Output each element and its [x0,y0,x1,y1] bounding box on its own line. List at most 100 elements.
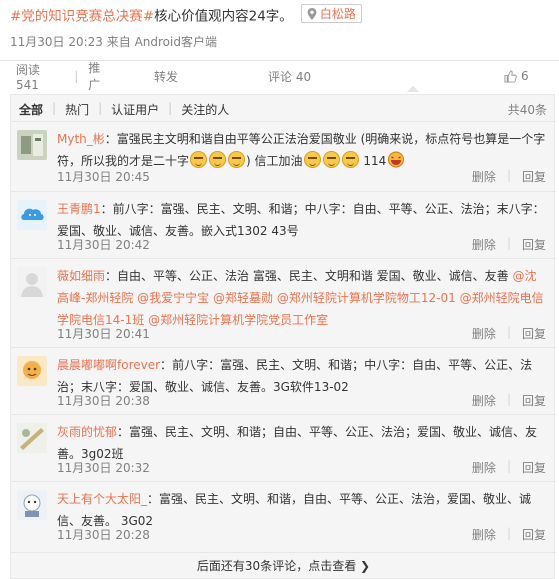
delete-link[interactable]: 删除 [472,236,496,253]
divider: | [506,168,511,182]
post-text: #党的知识竞赛总决赛#核心价值观内容24字。 白松路 [10,4,555,27]
divider: | [506,459,511,473]
avatar[interactable] [17,130,47,160]
comment-item: 王青鹏1：前八字：富强、民主、文明、和谐；中八字：自由、平等、公正、法治；末八字… [11,191,556,258]
colon: ： [147,492,160,506]
repost-label: 转发 [153,69,178,84]
comment-panel: 全部 | 热门 | 认证用户 | 关注的人 共40条 Myth_彬：富强民主文明和谐自… [10,94,556,579]
location-pin-icon [307,7,317,20]
action-bar: 阅读 541 | 推广 转发 评论 40 6 [0,59,559,93]
post-body: 核心价值观内容24字。 [154,8,293,25]
comment-body: Myth_彬：富强民主文明和谐自由平等公正法治爱国敬业 (明确来说，标点符号也算… [57,128,547,172]
read-count: 阅读 541 | 推广 [0,59,112,93]
comment-ops: 删除 | 回复 [472,236,546,253]
like-button[interactable]: 6 [492,61,559,91]
mention-link[interactable]: @郑州轻院计算机学院物工12-01 [277,291,456,305]
comment-item: 薇如细雨：自由、平等、公正、法治 富强、民主、文明和谐 爱国、敬业、诚信、友善 … [11,258,556,347]
avatar-image [17,200,47,230]
comment-text: 前八字：富强、民主、文明、和谐；中八字：自由、平等、公正、法治；末八字：爱国、敬… [57,202,545,238]
filter-all[interactable]: 全部 [19,101,43,118]
reply-link[interactable]: 回复 [522,325,546,342]
smile-emoji-icon [190,151,208,168]
delete-link[interactable]: 删除 [472,459,496,476]
comment-ops: 删除 | 回复 [472,526,546,543]
comment-text: 富强、民主、文明、和谐；自由、平等、公正、法治；爱国、敬业、诚信、友善。3g02… [57,425,538,461]
filter-verified[interactable]: 认证用户 [111,101,159,118]
avatar-image [17,423,47,453]
smile-emoji-icon [228,151,246,168]
colon: ： [117,425,130,439]
smile-emoji-icon [322,151,340,168]
comment-button[interactable]: 评论 40 [220,61,336,91]
divider: | [98,101,103,115]
mention-link[interactable]: @郑州轻院计算机学院党员工作室 [148,313,328,327]
comment-user[interactable]: Myth_彬 [57,132,105,146]
read-count-label: 阅读 541 [16,62,41,92]
reply-link[interactable]: 回复 [522,526,546,543]
comment-time: 11月30日 20:32 [57,461,150,475]
divider: | [168,101,173,115]
smile-emoji-icon [303,151,321,168]
delete-link[interactable]: 删除 [472,168,496,185]
comment-user[interactable]: 晨晨嘟嘟啊forever [57,358,160,372]
comment-time: 11月30日 20:42 [57,238,150,252]
reply-link[interactable]: 回复 [522,459,546,476]
comment-user[interactable]: 灰雨的忧郁 [57,425,117,439]
colon: ： [100,202,113,216]
comment-time: 11月30日 20:28 [57,528,150,542]
avatar-image [17,490,47,520]
mention-link[interactable]: @我爱宁宁宝 [137,291,209,305]
comment-text: ) 信工加油 [246,154,303,168]
smile-emoji-icon [341,151,359,168]
comment-user[interactable]: 王青鹏1 [57,202,101,216]
colon: ： [105,269,118,283]
divider: | [506,236,511,250]
avatar[interactable] [17,356,47,386]
comment-item: 灰雨的忧郁：富强、民主、文明、和谐；自由、平等、公正、法治；爱国、敬业、诚信、友… [11,414,556,481]
divider: | [506,392,511,406]
divider: | [506,325,511,339]
reply-link[interactable]: 回复 [522,392,546,409]
avatar[interactable] [17,267,47,297]
comment-list: Myth_彬：富强民主文明和谐自由平等公正法治爱国敬业 (明确来说，标点符号也算… [11,121,556,547]
comment-time: 11月30日 20:38 [57,394,150,408]
comment-time: 11月30日 20:41 [57,327,150,341]
comment-tab-active[interactable] [336,61,492,92]
delete-link[interactable]: 删除 [472,325,496,342]
comment-user[interactable]: 天上有个大太阳_ [57,492,147,506]
comment-user[interactable]: 薇如细雨 [57,269,105,283]
mention-link[interactable]: @郑轻墓勋 [213,291,273,305]
comment-ops: 删除 | 回复 [472,325,546,342]
repost-button[interactable]: 转发 [112,61,220,91]
comment-item: 晨晨嘟嘟啊forever：前八字：富强、民主、文明、和谐；中八字：自由、平等、公… [11,347,556,414]
comment-label: 评论 40 [268,69,312,84]
avatar[interactable] [17,200,47,230]
filter-hot[interactable]: 热门 [65,101,89,118]
promote-link[interactable]: 推广 [88,59,112,93]
like-count: 6 [521,69,529,83]
comment-ops: 删除 | 回复 [472,459,546,476]
weibo-post: #党的知识竞赛总决赛#核心价值观内容24字。 白松路 11月30日 20:23 来… [0,0,559,579]
comment-total: 共40条 [507,103,547,117]
filter-following[interactable]: 关注的人 [181,101,229,118]
location-tag[interactable]: 白松路 [300,4,362,23]
thumb-up-icon [504,69,517,83]
reply-link[interactable]: 回复 [522,168,546,185]
post-hashtag[interactable]: #党的知识竞赛总决赛# [10,9,154,25]
delete-link[interactable]: 删除 [472,526,496,543]
comment-ops: 删除 | 回复 [472,392,546,409]
load-more-comments[interactable]: 后面还有30条评论，点击查看 ❯ [11,552,556,578]
comment-ops: 删除 | 回复 [472,168,546,185]
smile-emoji-icon [209,151,227,168]
comment-text: 114 [359,154,387,168]
reply-link[interactable]: 回复 [522,236,546,253]
colon: ： [160,358,173,372]
post-meta: 11月30日 20:23 来自 Android客户端 [10,35,217,49]
location-label: 白松路 [319,6,356,21]
comment-item: Myth_彬：富强民主文明和谐自由平等公正法治爱国敬业 (明确来说，标点符号也算… [11,121,556,191]
delete-link[interactable]: 删除 [472,392,496,409]
avatar-image [17,267,47,297]
avatar[interactable] [17,423,47,453]
avatar[interactable] [17,490,47,520]
divider: | [74,69,79,83]
